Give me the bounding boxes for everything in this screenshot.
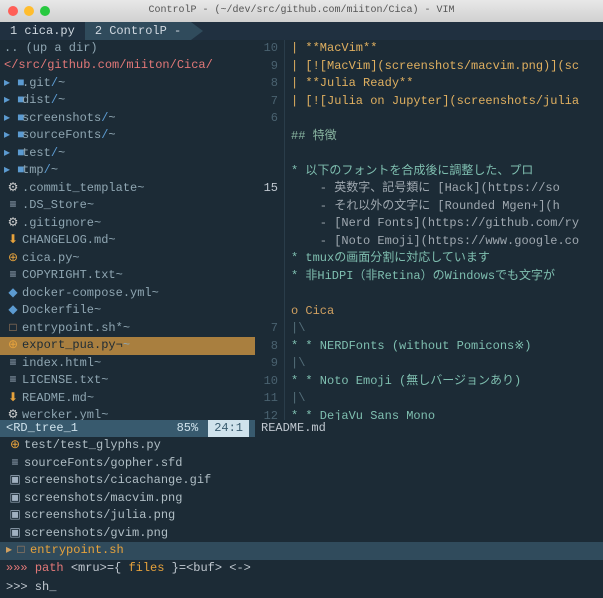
tree-item[interactable]: ⚙ .commit_template~ <box>0 180 255 198</box>
file-icon: ≡ <box>4 355 22 372</box>
tree-item[interactable]: ▸ ■ sourceFonts/~ <box>0 127 255 145</box>
tab-controlp[interactable]: 2 ControlP - <box>85 22 191 40</box>
folder-icon: ▸ ■ <box>4 92 22 109</box>
tree-item[interactable]: ≡ .DS_Store~ <box>0 197 255 215</box>
tree-item[interactable]: ≡ index.html~ <box>0 355 255 373</box>
python-icon: ⊕ <box>6 437 24 454</box>
shell-icon: □ <box>4 320 22 337</box>
tree-item[interactable]: □ entrypoint.sh*~ <box>0 320 255 338</box>
tree-updir[interactable]: .. (up a dir) <box>0 40 255 57</box>
nerdtree-panel[interactable]: .. (up a dir) </src/github.com/miiton/Ci… <box>0 40 255 420</box>
docker-icon: ◆ <box>4 302 22 319</box>
gutter: 10987615789101112 <box>255 40 285 420</box>
folder-icon: ▸ ■ <box>4 127 22 144</box>
tree-item[interactable]: ⚙ .gitignore~ <box>0 215 255 233</box>
folder-icon: ▸ ■ <box>4 145 22 162</box>
tree-item[interactable]: ⬇ README.md~ <box>0 390 255 408</box>
file-icon: ≡ <box>4 372 22 389</box>
tree-statusline: <RD_tree_1 85% 24:1 <box>0 420 255 437</box>
ctrlp-item[interactable]: ≡ sourceFonts/gopher.sfd <box>0 455 603 473</box>
tree-item[interactable]: ⊕ export_pua.py¬~ <box>0 337 255 355</box>
ctrlp-statusline: »»» path <mru>={ files }=<buf> <-> <box>0 560 603 577</box>
ctrlp-item[interactable]: ▣ screenshots/macvim.png <box>0 490 603 508</box>
tree-item[interactable]: ▸ ■ .git/~ <box>0 75 255 93</box>
python-icon: ⊕ <box>4 337 22 354</box>
tree-item[interactable]: ≡ COPYRIGHT.txt~ <box>0 267 255 285</box>
folder-icon: ▸ ■ <box>4 110 22 127</box>
ctrlp-item[interactable]: ▣ screenshots/gvim.png <box>0 525 603 543</box>
editor-content[interactable]: | **MacVim**| [![MacVim](screenshots/mac… <box>285 40 603 420</box>
markdown-icon: ⬇ <box>4 390 22 407</box>
image-icon: ▣ <box>6 490 24 507</box>
tree-item[interactable]: ▸ ■ screenshots/~ <box>0 110 255 128</box>
gear-icon: ⚙ <box>4 180 22 197</box>
tree-item[interactable]: ≡ LICENSE.txt~ <box>0 372 255 390</box>
image-icon: ▣ <box>6 507 24 524</box>
tab-cica[interactable]: 1 cica.py <box>0 22 85 40</box>
ctrlp-prompt[interactable]: >>> sh_ <box>0 577 603 598</box>
folder-icon: ▸ ■ <box>4 75 22 92</box>
tree-item[interactable]: ⚙ wercker.yml~ <box>0 407 255 420</box>
ctrlp-item[interactable]: ▸ □ entrypoint.sh <box>0 542 603 560</box>
window-titlebar: ControlP - (~/dev/src/github.com/miiton/… <box>0 0 603 22</box>
ctrlp-panel[interactable]: ⊕ test/test_glyphs.py ≡ sourceFonts/goph… <box>0 437 603 598</box>
markdown-icon: ⬇ <box>4 232 22 249</box>
image-icon: ▣ <box>6 525 24 542</box>
shell-icon: □ <box>12 542 30 559</box>
ctrlp-item[interactable]: ▣ screenshots/julia.png <box>0 507 603 525</box>
editor-statusline: README.md <box>255 420 603 437</box>
ctrlp-item[interactable]: ▣ screenshots/cicachange.gif <box>0 472 603 490</box>
tree-item[interactable]: ▸ ■ tmp/~ <box>0 162 255 180</box>
tree-item[interactable]: ▸ ■ test/~ <box>0 145 255 163</box>
tree-item[interactable]: ◆ Dockerfile~ <box>0 302 255 320</box>
ctrlp-item[interactable]: ⊕ test/test_glyphs.py <box>0 437 603 455</box>
gear-icon: ⚙ <box>4 215 22 232</box>
file-icon: ≡ <box>4 197 22 214</box>
tree-root: </src/github.com/miiton/Cica/ <box>0 57 255 74</box>
tree-item[interactable]: ⊕ cica.py~ <box>0 250 255 268</box>
folder-icon: ▸ ■ <box>4 162 22 179</box>
docker-icon: ◆ <box>4 285 22 302</box>
tree-item[interactable]: ▸ ■ dist/~ <box>0 92 255 110</box>
editor-pane[interactable]: 10987615789101112 | **MacVim**| [![MacVi… <box>255 40 603 420</box>
image-icon: ▣ <box>6 472 24 489</box>
file-icon: ≡ <box>4 267 22 284</box>
tree-item[interactable]: ◆ docker-compose.yml~ <box>0 285 255 303</box>
tree-item[interactable]: ⬇ CHANGELOG.md~ <box>0 232 255 250</box>
gear-icon: ⚙ <box>4 407 22 420</box>
main-split: .. (up a dir) </src/github.com/miiton/Ci… <box>0 40 603 420</box>
file-icon: ≡ <box>6 455 24 472</box>
window-title: ControlP - (~/dev/src/github.com/miiton/… <box>0 4 603 19</box>
tab-bar: 1 cica.py 2 ControlP - <box>0 22 603 40</box>
python-icon: ⊕ <box>4 250 22 267</box>
